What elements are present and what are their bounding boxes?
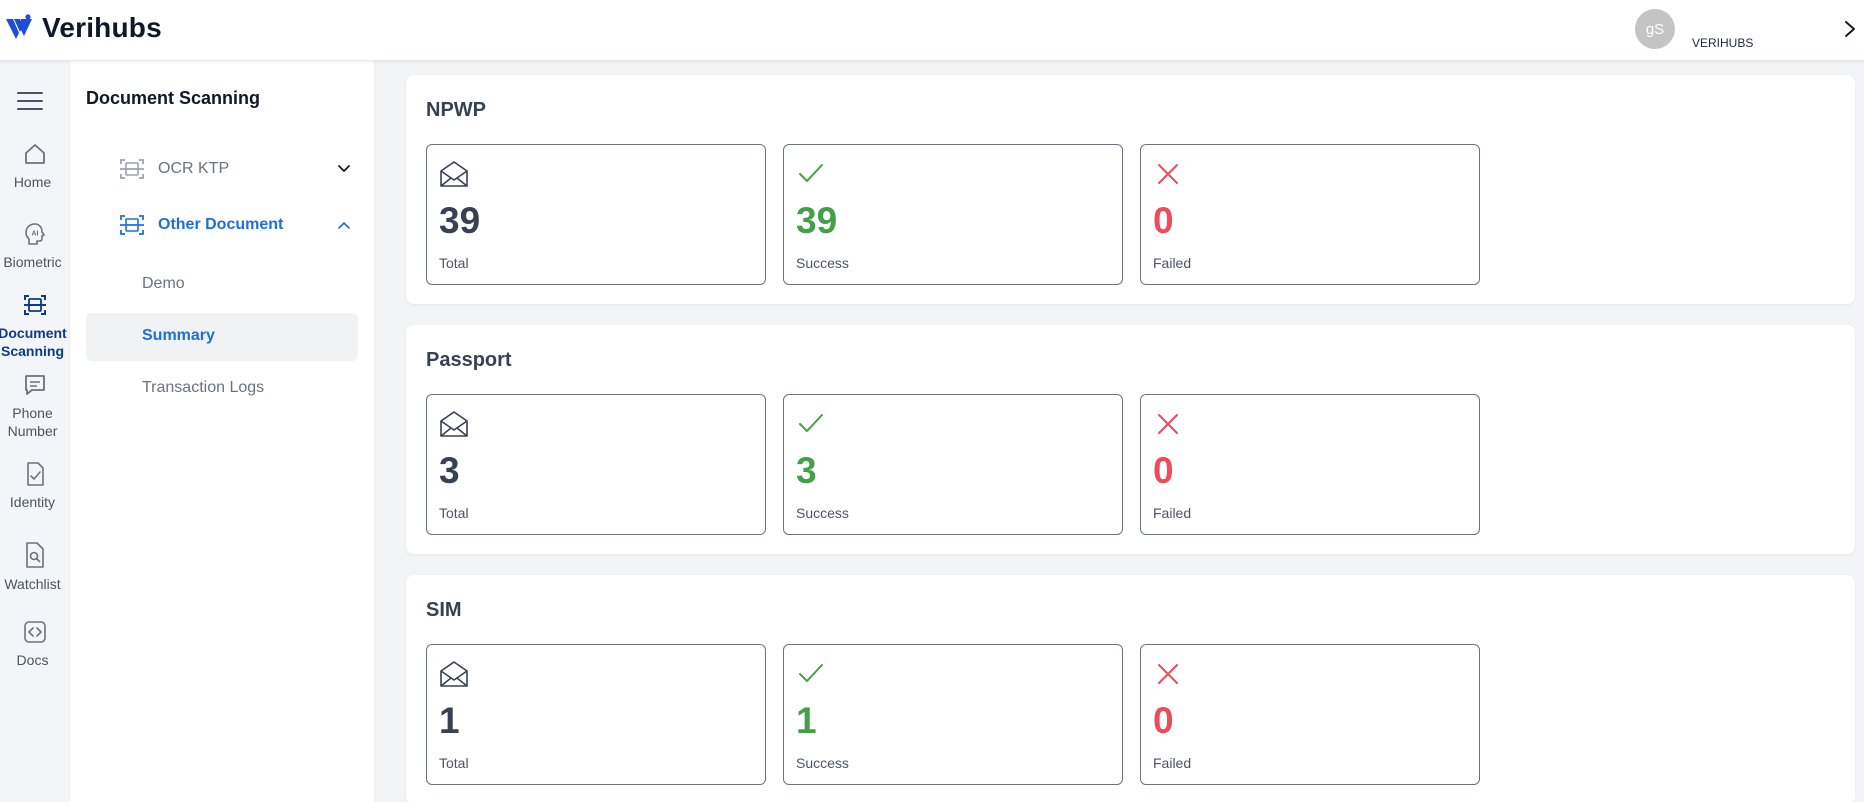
stat-value: 0 bbox=[1153, 700, 1174, 741]
close-x-icon bbox=[1158, 164, 1178, 184]
stat-value: 39 bbox=[796, 200, 838, 241]
stat-value: 39 bbox=[439, 200, 481, 241]
submenu-title: Document Scanning bbox=[86, 88, 261, 108]
stat-value: 3 bbox=[439, 450, 460, 491]
watchlist-search-icon bbox=[26, 542, 44, 568]
stat-card-failed: 0 Failed bbox=[1140, 144, 1480, 285]
nav-identity-label: Identity bbox=[9, 494, 56, 510]
submenu-group-label: OCR KTP bbox=[158, 160, 230, 177]
secondary-nav: Document Scanning OCR KTP Other Document… bbox=[70, 61, 375, 802]
user-avatar[interactable]: gS bbox=[1635, 9, 1675, 49]
home-icon bbox=[25, 144, 45, 164]
stat-caption: Failed bbox=[1153, 505, 1192, 521]
nav-document-scanning-label: Document Scanning bbox=[0, 325, 67, 359]
document-scan-icon bbox=[24, 295, 46, 315]
stat-card-success: 1 Success bbox=[783, 644, 1123, 785]
code-icon bbox=[24, 621, 46, 643]
organization-name: VERIHUBS bbox=[1692, 36, 1754, 50]
stat-card-success: 3 Success bbox=[783, 394, 1123, 535]
stat-caption: Success bbox=[796, 255, 849, 271]
chevron-down-icon bbox=[338, 165, 350, 172]
nav-home-label: Home bbox=[13, 174, 52, 190]
ai-face-icon: AI bbox=[25, 223, 45, 245]
top-header: Verihubs gS VERIHUBS bbox=[0, 0, 1864, 61]
envelope-open-icon bbox=[440, 161, 468, 187]
stat-caption: Total bbox=[439, 255, 469, 271]
submenu-group-other-document[interactable]: Other Document bbox=[86, 203, 360, 247]
stat-caption: Failed bbox=[1153, 755, 1192, 771]
stat-card-total: 1 Total bbox=[426, 644, 766, 785]
nav-biometric[interactable]: AI Biometric bbox=[0, 221, 70, 271]
stat-caption: Failed bbox=[1153, 255, 1192, 271]
stat-value: 1 bbox=[796, 700, 817, 741]
verihubs-logo-icon bbox=[6, 14, 32, 39]
nav-docs[interactable]: Docs bbox=[0, 619, 70, 669]
nav-docs-label: Docs bbox=[16, 652, 49, 668]
envelope-open-icon bbox=[440, 411, 468, 437]
panel-title: NPWP bbox=[426, 99, 486, 121]
stat-caption: Total bbox=[439, 755, 469, 771]
nav-biometric-label: Biometric bbox=[3, 254, 62, 270]
checkmark-icon bbox=[799, 414, 823, 432]
chevron-up-icon bbox=[338, 222, 350, 229]
identity-check-icon bbox=[27, 462, 44, 486]
submenu-item-label: Transaction Logs bbox=[142, 379, 265, 396]
submenu-item-summary[interactable]: Summary bbox=[86, 313, 358, 361]
nav-watchlist[interactable]: Watchlist bbox=[0, 541, 70, 593]
submenu-item-demo[interactable]: Demo bbox=[86, 261, 358, 309]
stat-value: 0 bbox=[1153, 200, 1174, 241]
stat-caption: Success bbox=[796, 755, 849, 771]
nav-phone-number-label: Phone Number bbox=[7, 405, 58, 439]
main-content: NPWP 39 Total 39 Success 0 Failed Passpo… bbox=[375, 61, 1864, 802]
panel-title: SIM bbox=[426, 599, 462, 621]
document-scan-icon bbox=[120, 159, 144, 179]
message-icon bbox=[25, 375, 45, 395]
stat-value: 3 bbox=[796, 450, 817, 491]
close-x-icon bbox=[1158, 664, 1178, 684]
submenu-item-label: Demo bbox=[142, 275, 185, 292]
summary-panel-npwp: NPWP 39 Total 39 Success 0 Failed bbox=[406, 75, 1855, 304]
checkmark-icon bbox=[799, 164, 823, 182]
stat-caption: Total bbox=[439, 505, 469, 521]
stat-card-failed: 0 Failed bbox=[1140, 644, 1480, 785]
envelope-open-icon bbox=[440, 661, 468, 687]
hamburger-menu-icon[interactable] bbox=[17, 91, 43, 111]
document-scan-icon bbox=[120, 215, 144, 235]
stat-card-success: 39 Success bbox=[783, 144, 1123, 285]
brand-logo[interactable]: Verihubs bbox=[4, 12, 162, 44]
stat-card-total: 39 Total bbox=[426, 144, 766, 285]
nav-identity[interactable]: Identity bbox=[0, 461, 70, 511]
panel-title: Passport bbox=[426, 349, 512, 371]
checkmark-icon bbox=[799, 664, 823, 682]
brand-name: Verihubs bbox=[42, 12, 162, 43]
submenu-item-transaction-logs[interactable]: Transaction Logs bbox=[86, 365, 358, 413]
primary-nav-rail: Home AI Biometric Document Scanning Phone… bbox=[0, 61, 70, 802]
svg-text:AI: AI bbox=[32, 231, 39, 238]
chevron-right-icon[interactable] bbox=[1840, 18, 1860, 40]
stat-card-failed: 0 Failed bbox=[1140, 394, 1480, 535]
summary-panel-passport: Passport 3 Total 3 Success 0 Failed bbox=[406, 325, 1855, 554]
submenu-group-ocr-ktp[interactable]: OCR KTP bbox=[86, 147, 360, 191]
stat-value: 1 bbox=[439, 700, 460, 741]
nav-home[interactable]: Home bbox=[0, 141, 70, 191]
summary-panel-sim: SIM 1 Total 1 Success 0 Failed bbox=[406, 575, 1855, 802]
stat-card-total: 3 Total bbox=[426, 394, 766, 535]
stat-caption: Success bbox=[796, 505, 849, 521]
submenu-group-label: Other Document bbox=[158, 216, 284, 233]
close-x-icon bbox=[1158, 414, 1178, 434]
nav-document-scanning[interactable]: Document Scanning bbox=[0, 292, 70, 360]
nav-watchlist-label: Watchlist bbox=[4, 576, 61, 592]
stat-value: 0 bbox=[1153, 450, 1174, 491]
nav-phone-number[interactable]: Phone Number bbox=[0, 372, 70, 440]
submenu-item-label: Summary bbox=[142, 327, 215, 344]
